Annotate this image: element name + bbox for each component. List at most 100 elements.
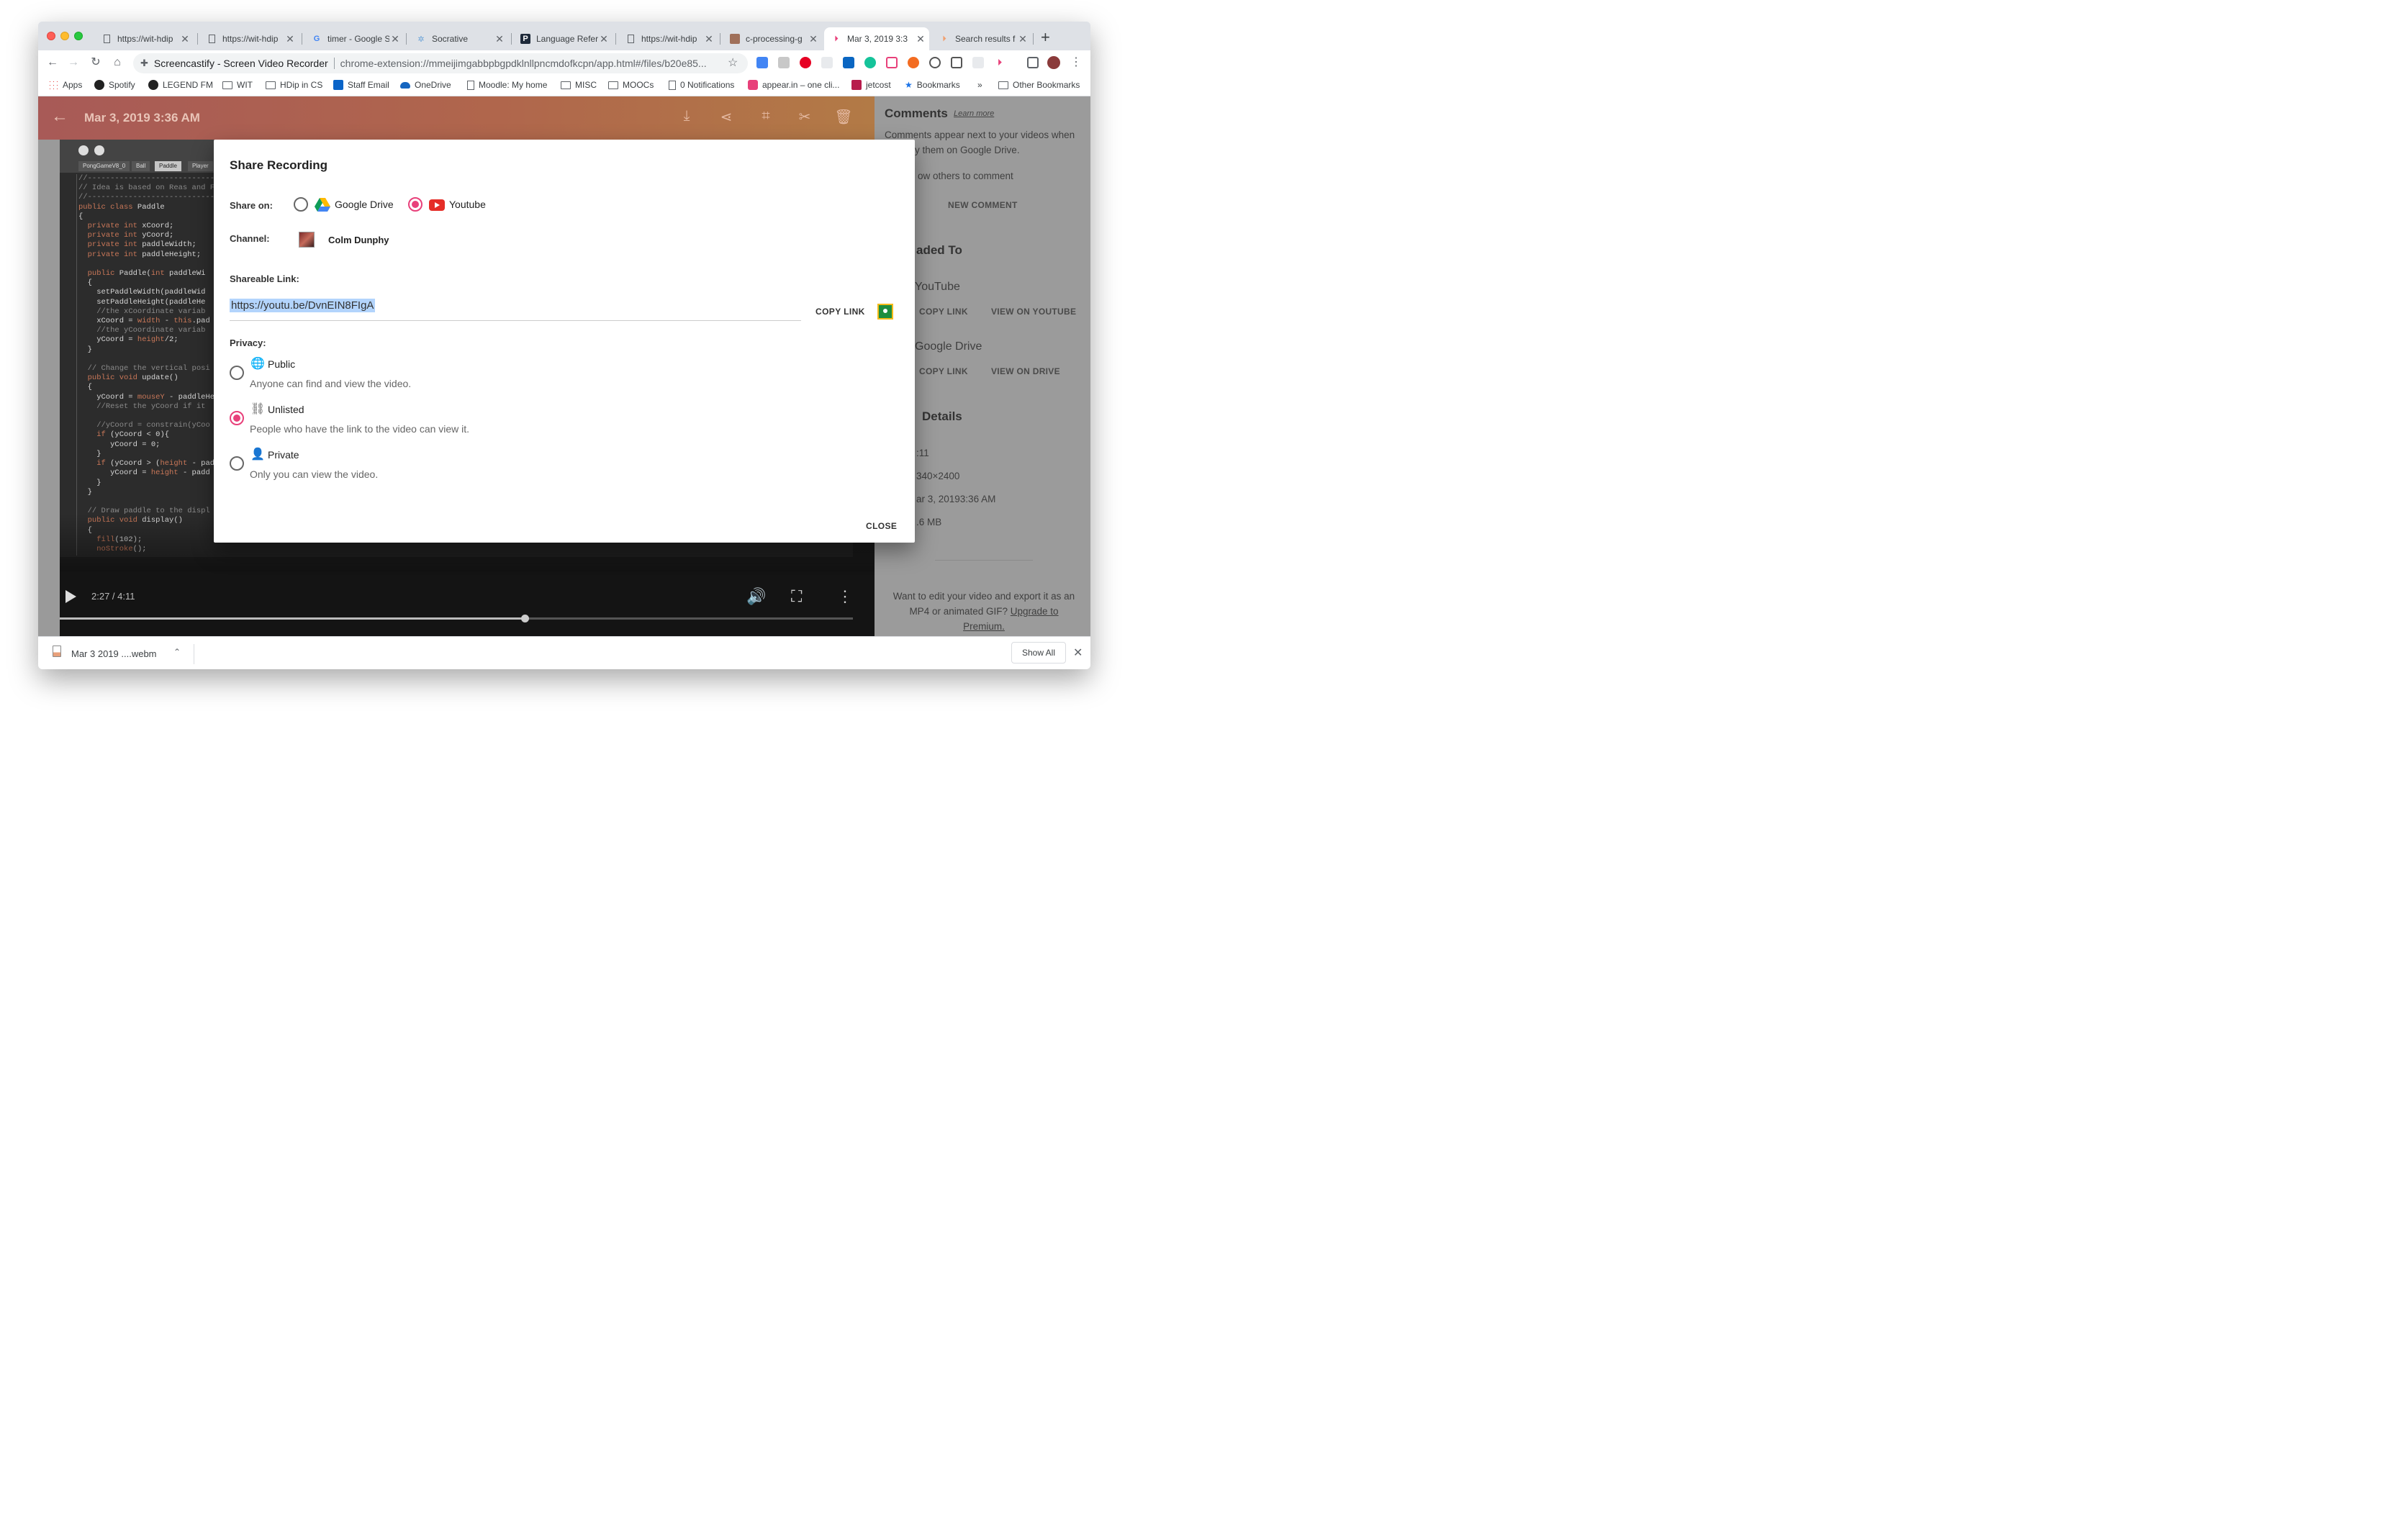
menu-kebab-icon[interactable]: ⋮ [1069,55,1083,70]
tab-close-icon[interactable]: ✕ [808,33,819,45]
privacy-private-radio[interactable] [230,456,244,471]
tab-close-icon[interactable]: ✕ [389,33,401,45]
close-icon[interactable]: ✕ [1073,646,1083,660]
copy-link-button[interactable]: COPY LINK [815,307,865,317]
bookmark-apps[interactable]: Apps [48,80,82,90]
play-icon[interactable] [65,590,76,603]
tab-close-icon[interactable]: ✕ [179,33,191,45]
browser-tab-active[interactable]: ⏵ Mar 3, 2019 3:3 ✕ [824,27,929,50]
tab-close-icon[interactable]: ✕ [1017,33,1029,45]
browser-tab[interactable]: https://wit-hdip ✕ [94,27,194,50]
new-comment-button[interactable]: NEW COMMENT [948,200,1018,210]
close-button[interactable]: CLOSE [866,521,897,531]
orange-extension-icon[interactable] [908,57,919,68]
new-tab-button[interactable]: + [1041,30,1050,45]
scissors-icon[interactable]: ✂ [795,108,814,127]
google-drive-option-label[interactable]: Google Drive [335,199,394,210]
bookmark-other[interactable]: Other Bookmarks [998,80,1080,90]
privacy-public-radio[interactable] [230,366,244,380]
trash-icon[interactable]: 🗑 [834,108,853,127]
browser-tab[interactable]: G timer - Google S ✕ [304,27,404,50]
fullscreen-icon[interactable]: ⛶ [791,587,802,606]
grey-extension-icon[interactable] [972,57,984,68]
tab-close-icon[interactable]: ✕ [284,33,296,45]
openai-extension-icon[interactable] [929,57,941,68]
download-filename[interactable]: Mar 3 2019 ....webm [71,648,157,659]
learn-more-link[interactable]: Learn more [954,109,994,118]
translate-extension-icon[interactable] [756,57,768,68]
bookmark-notifications[interactable]: 0 Notifications [669,80,734,90]
b-extension-icon[interactable] [821,57,833,68]
tab-close-icon[interactable]: ✕ [703,33,715,45]
chat-extension-icon[interactable] [778,57,790,68]
youtube-option-label[interactable]: Youtube [449,199,486,210]
seek-bar-handle[interactable] [520,615,529,622]
browser-tab[interactable]: ✲ Socrative ✕ [409,27,508,50]
browser-tab[interactable]: https://wit-hdip ✕ [199,27,299,50]
window-maximize-button[interactable] [74,32,83,40]
screencastify-extension-icon[interactable]: ⏵ [994,57,1006,68]
bookmark-onedrive[interactable]: OneDrive [400,80,451,90]
privacy-private-title[interactable]: Private [268,449,299,461]
share-youtube-radio[interactable] [408,197,422,212]
seek-bar[interactable] [60,615,853,622]
back-arrow-icon[interactable]: ← [51,107,68,127]
bookmark-legend-fm[interactable]: LEGEND FM [148,80,213,90]
bookmark-folder-misc[interactable]: MISC [561,80,597,90]
window-close-button[interactable] [47,32,55,40]
forward-icon[interactable]: → [66,55,81,70]
linkedin-icon[interactable] [843,57,854,68]
privacy-unlisted-title[interactable]: Unlisted [268,404,304,415]
bookmark-folder-hdip[interactable]: HDip in CS [266,80,322,90]
chevron-up-icon[interactable]: ⌃ [173,647,181,657]
shareable-link-field[interactable]: https://youtu.be/DvnEIN8FIgA [230,299,801,321]
volume-icon[interactable]: 🔊 [746,587,766,606]
view-on-drive-button[interactable]: VIEW ON DRIVE [991,366,1060,376]
profile-avatar[interactable] [1047,56,1060,69]
detail-date: ar 3, 20193:36 AM [916,494,996,504]
download-icon[interactable]: ⤓ [677,108,696,127]
crop-icon[interactable]: ⌗ [756,108,775,127]
bookmark-spotify[interactable]: Spotify [94,80,135,90]
share-google-drive-radio[interactable] [294,197,308,212]
privacy-unlisted-radio[interactable] [230,411,244,425]
processing-p-icon: P [520,34,530,44]
google-classroom-icon[interactable] [877,304,893,320]
drive-copy-link-button[interactable]: COPY LINK [919,366,968,376]
cast-icon[interactable] [1027,57,1039,68]
square-extension-icon[interactable] [886,57,898,68]
browser-tab[interactable]: c-processing-g ✕ [723,27,822,50]
window-minimize-button[interactable] [60,32,69,40]
bookmark-jetcost[interactable]: jetcost [851,80,891,90]
tab-close-icon[interactable]: ✕ [598,33,610,45]
bookmark-staff-email[interactable]: Staff Email [333,80,389,90]
back-icon[interactable]: ← [45,55,60,70]
home-icon[interactable]: ⌂ [110,55,125,70]
browser-tab[interactable]: https://wit-hdip ✕ [618,27,718,50]
grammarly-icon[interactable] [864,57,876,68]
bookmarks-overflow[interactable]: » [977,80,982,90]
bookmark-folder-moocs[interactable]: MOOCs [608,80,654,90]
privacy-public-title[interactable]: Public [268,358,295,370]
bookmark-bookmarks[interactable]: ★ Bookmarks [905,80,960,90]
capture-extension-icon[interactable] [951,57,962,68]
share-icon[interactable]: ⋖ [717,108,736,127]
tab-close-icon[interactable]: ✕ [494,33,505,45]
browser-tab[interactable]: P Language Refer ✕ [513,27,613,50]
youtube-copy-link-button[interactable]: COPY LINK [919,307,968,317]
view-on-youtube-button[interactable]: VIEW ON YOUTUBE [991,307,1076,317]
browser-tab[interactable]: ⏵ Search results f ✕ [932,27,1031,50]
privacy-label: Privacy: [230,338,266,348]
reload-icon[interactable]: ↻ [89,55,103,70]
more-options-icon[interactable]: ⋮ [837,587,853,606]
address-bar[interactable]: ✚ Screencastify - Screen Video Recorder … [133,53,748,73]
pinterest-icon[interactable] [800,57,811,68]
bookmark-moodle[interactable]: Moodle: My home [467,80,547,90]
show-all-button[interactable]: Show All [1011,642,1066,663]
bookmark-star-icon[interactable]: ☆ [728,55,738,70]
bookmark-appear-in[interactable]: appear.in – one cli... [748,80,839,90]
bookmark-folder-wit[interactable]: WIT [222,80,253,90]
divider [935,560,1033,561]
details-heading: Details [922,409,962,423]
tab-close-icon[interactable]: ✕ [915,33,926,45]
